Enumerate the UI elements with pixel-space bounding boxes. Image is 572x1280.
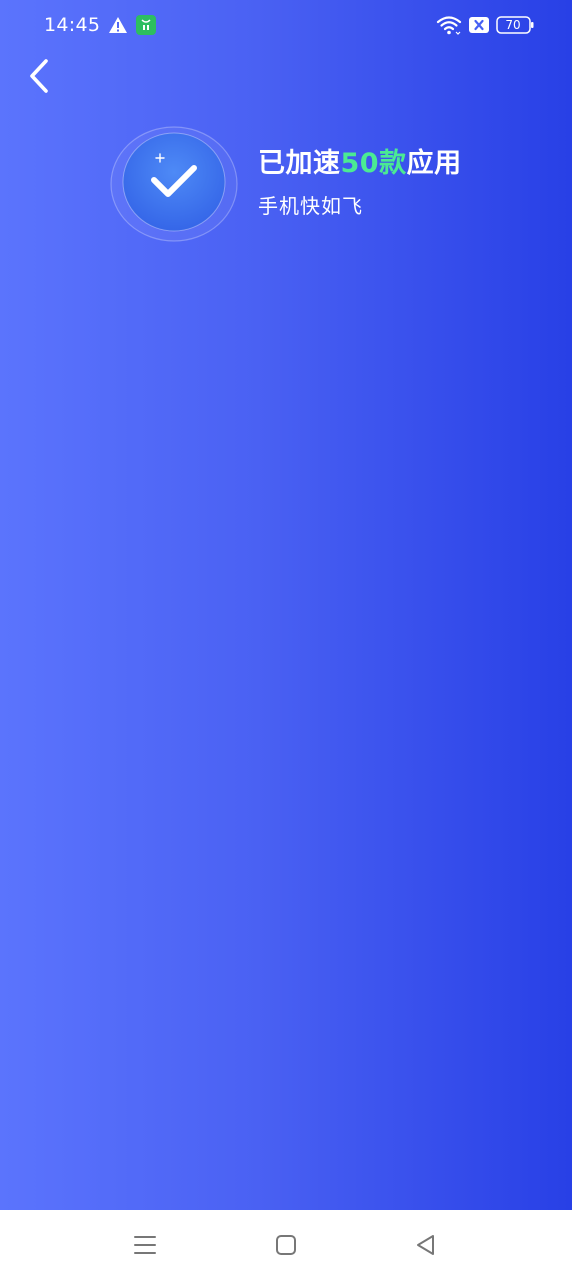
check-badge (110, 126, 238, 242)
wifi-icon (436, 16, 462, 35)
battery-icon: 70 (496, 15, 534, 35)
menu-icon[interactable] (132, 1232, 158, 1258)
status-time: 14:45 (44, 14, 101, 36)
home-icon[interactable] (273, 1232, 299, 1258)
back-triangle-icon[interactable] (413, 1232, 439, 1258)
status-bar: 14:45 70 (0, 0, 572, 52)
result-subtitle: 手机快如飞 (258, 194, 363, 218)
result-title-prefix: 已加速 (258, 148, 341, 179)
result-count: 50款 (340, 148, 407, 179)
app-notification-icon (136, 15, 156, 35)
battery-level: 70 (505, 18, 521, 32)
chevron-left-icon (30, 59, 48, 93)
back-button[interactable] (20, 54, 60, 98)
warning-icon (109, 17, 127, 33)
app-screen: 14:45 70 已加速50款应用 手机快如飞 (0, 0, 572, 1210)
sim-off-icon (469, 17, 489, 33)
result-title-suffix: 应用 (406, 148, 462, 179)
navigation-bar (0, 1210, 572, 1280)
result-title: 已加速50款应用 (258, 141, 462, 180)
